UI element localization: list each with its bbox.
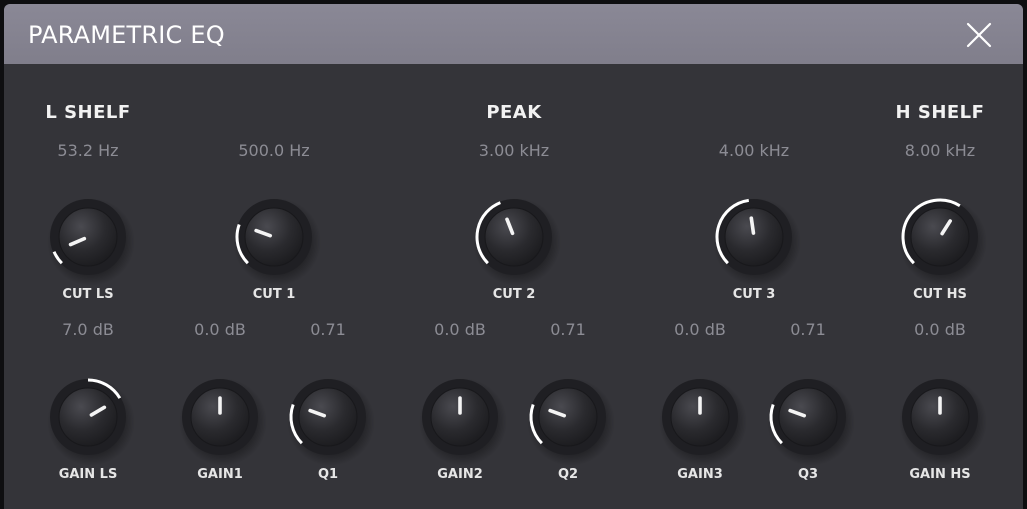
q-3-label: Q3: [797, 467, 819, 482]
close-button[interactable]: [964, 20, 994, 50]
q-1-dial: [287, 378, 375, 466]
cut-1-dial: [233, 198, 321, 286]
q-3-dial: [767, 378, 855, 466]
cut-1-label: CUT 1: [252, 287, 296, 302]
q-3-value: 0.71: [790, 320, 826, 339]
q-1-label: Q1: [317, 467, 339, 482]
q-2-dial: [527, 378, 615, 466]
cut-ls-value: 53.2 Hz: [57, 141, 119, 160]
q-1-value: 0.71: [310, 320, 346, 339]
q-2-knob[interactable]: [523, 372, 615, 466]
gain-2-knob[interactable]: [415, 372, 507, 466]
q-3-knob[interactable]: [763, 372, 855, 466]
gain-1-value: 0.0 dB: [194, 320, 246, 339]
cut-2-knob[interactable]: [469, 192, 561, 286]
gain-3-value: 0.0 dB: [674, 320, 726, 339]
title-bar: PARAMETRIC EQ: [4, 4, 1023, 64]
cut-2-dial: [473, 198, 561, 286]
q-1-knob[interactable]: [283, 372, 375, 466]
cut-hs-knob[interactable]: [895, 192, 987, 286]
window-title: PARAMETRIC EQ: [28, 21, 225, 49]
cut-2-value: 3.00 kHz: [478, 141, 550, 160]
cut-3-value: 4.00 kHz: [718, 141, 790, 160]
gain-ls-dial: [47, 378, 135, 466]
q-2-value: 0.71: [550, 320, 586, 339]
cut-3-dial: [713, 198, 801, 286]
section-title-high-shelf: H SHELF: [895, 102, 985, 123]
gain-2-value: 0.0 dB: [434, 320, 486, 339]
gain-hs-label: GAIN HS: [909, 467, 971, 482]
gain-hs-value: 0.0 dB: [914, 320, 966, 339]
cut-3-pointer: [749, 216, 756, 235]
cut-3-label: CUT 3: [732, 287, 776, 302]
gain-2-label: GAIN2: [437, 467, 483, 482]
gain-3-dial: [659, 378, 747, 466]
gain-hs-dial: [899, 378, 987, 466]
cut-2-label: CUT 2: [492, 287, 536, 302]
gain-1-knob[interactable]: [175, 372, 267, 466]
cut-ls-label: CUT LS: [62, 287, 114, 302]
cut-ls-dial: [47, 198, 135, 286]
cut-1-knob[interactable]: [229, 192, 321, 286]
cut-hs-dial: [899, 198, 987, 286]
gain-1-dial: [179, 378, 267, 466]
close-icon: [966, 22, 992, 48]
gain-3-label: GAIN3: [677, 467, 723, 482]
parametric-eq-window: PARAMETRIC EQ L SHELF PEAK H SHELF 53.2 …: [4, 4, 1023, 509]
gain-1-label: GAIN1: [197, 467, 243, 482]
gain-ls-label: GAIN LS: [58, 467, 118, 482]
cut-3-knob[interactable]: [709, 192, 801, 286]
section-title-peak: PEAK: [486, 102, 542, 123]
gain-ls-value: 7.0 dB: [62, 320, 114, 339]
gain-hs-knob[interactable]: [895, 372, 987, 466]
gain-2-dial: [419, 378, 507, 466]
gain-3-knob[interactable]: [655, 372, 747, 466]
cut-hs-label: CUT HS: [913, 287, 967, 302]
q-2-label: Q2: [557, 467, 579, 482]
gain-ls-knob[interactable]: [43, 372, 135, 466]
cut-1-value: 500.0 Hz: [238, 141, 310, 160]
cut-ls-knob[interactable]: [43, 192, 135, 286]
cut-hs-value: 8.00 kHz: [904, 141, 976, 160]
section-title-low-shelf: L SHELF: [45, 102, 131, 123]
